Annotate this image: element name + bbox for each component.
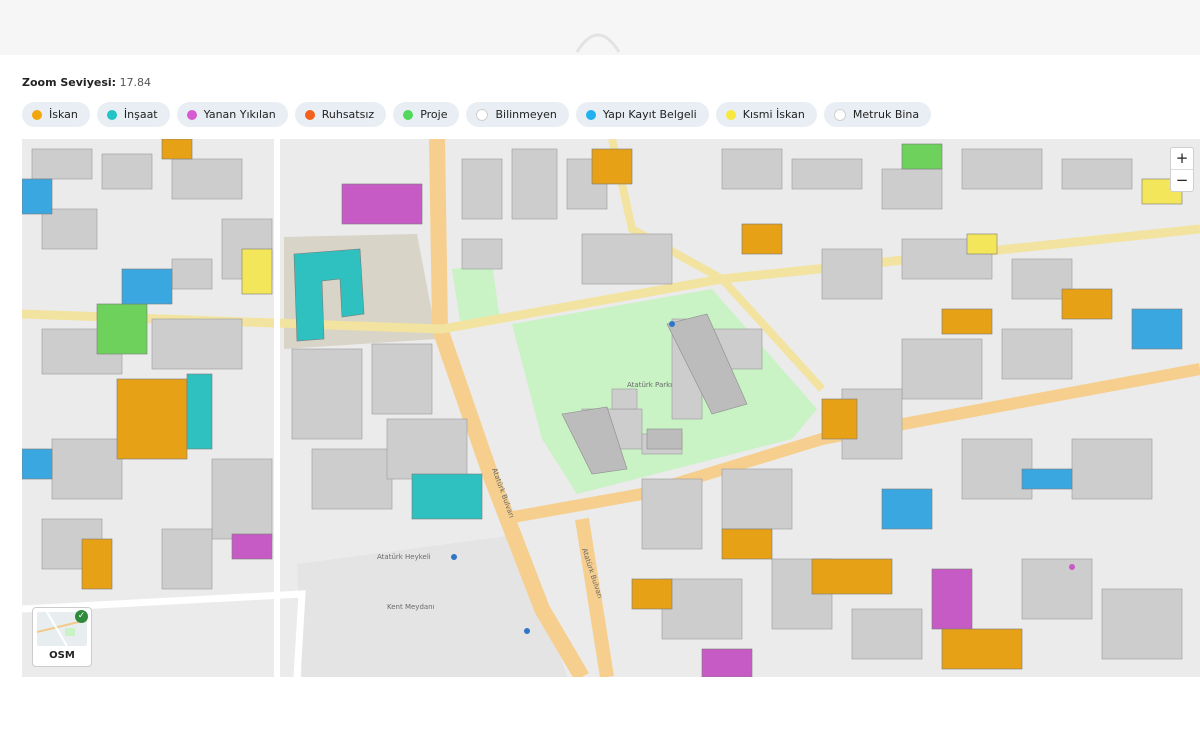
color-dot-icon: [106, 109, 117, 120]
basemap-osm-button[interactable]: ✓ OSM: [32, 607, 92, 667]
map-label-monument: Atatürk Heykeli: [377, 553, 431, 561]
poi-marker-icon[interactable]: [524, 628, 530, 634]
poi-marker-icon[interactable]: [669, 321, 675, 327]
legend-chip-insaat[interactable]: İnşaat: [96, 102, 170, 127]
zoom-level-readout: Zoom Seviyesi: 17.84: [22, 76, 151, 89]
legend-chip-kismi-iskan[interactable]: Kısmi İskan: [715, 102, 817, 127]
legend-chip-proje[interactable]: Proje: [393, 102, 460, 127]
legend-label: Bilinmeyen: [495, 108, 557, 121]
legend-chip-iskan[interactable]: İskan: [22, 102, 90, 127]
legend-label: İnşaat: [123, 108, 158, 121]
map-label-park: Atatürk Parkı: [627, 381, 672, 389]
legend-label: Ruhsatsız: [321, 108, 375, 121]
legend-label: Yanan Yıkılan: [203, 108, 276, 121]
legend-chip-bilinmeyen[interactable]: Bilinmeyen: [466, 102, 569, 127]
color-dot-icon: [186, 109, 197, 120]
legend-label: Yapı Kayıt Belgeli: [602, 108, 697, 121]
legend-label: Proje: [420, 108, 448, 121]
legend-chip-metruk-bina[interactable]: Metruk Bina: [823, 102, 932, 127]
selected-check-icon: ✓: [75, 610, 88, 623]
legend-chip-yapi-kayit-belgeli[interactable]: Yapı Kayıt Belgeli: [575, 102, 709, 127]
legend-label: Metruk Bina: [852, 108, 920, 121]
small-park-area: [452, 264, 500, 321]
top-banner: [0, 0, 1200, 55]
color-dot-icon: [304, 109, 315, 120]
legend-chip-ruhsatsiz[interactable]: Ruhsatsız: [294, 102, 387, 127]
legend-label: Kısmi İskan: [742, 108, 805, 121]
zoom-in-button[interactable]: +: [1171, 148, 1193, 169]
poi-marker-icon[interactable]: [1069, 564, 1075, 570]
color-dot-icon: [725, 109, 736, 120]
decorative-arc: [575, 33, 621, 53]
basemap-label: OSM: [49, 650, 75, 661]
legend-label: İskan: [49, 108, 78, 121]
poi-marker-icon[interactable]: [451, 554, 457, 560]
map-canvas[interactable]: Atatürk Parkı Kent Meydanı Atatürk Heyke…: [22, 139, 1200, 677]
color-dot-icon: [585, 109, 596, 120]
map-zoom-control: + −: [1170, 147, 1194, 192]
color-dot-icon: [833, 108, 846, 121]
status-legend: İskan İnşaat Yanan Yıkılan Ruhsatsız Pro…: [22, 102, 932, 127]
color-dot-icon: [476, 108, 489, 121]
zoom-out-button[interactable]: −: [1171, 169, 1193, 191]
zoom-label: Zoom Seviyesi:: [22, 76, 117, 89]
legend-chip-yanan-yikilan[interactable]: Yanan Yıkılan: [176, 102, 288, 127]
map-3d-view[interactable]: Atatürk Parkı Kent Meydanı Atatürk Heyke…: [22, 139, 1200, 677]
zoom-value: 17.84: [119, 76, 152, 89]
color-dot-icon: [32, 109, 42, 120]
color-dot-icon: [403, 109, 414, 120]
map-label-square: Kent Meydanı: [387, 603, 435, 611]
